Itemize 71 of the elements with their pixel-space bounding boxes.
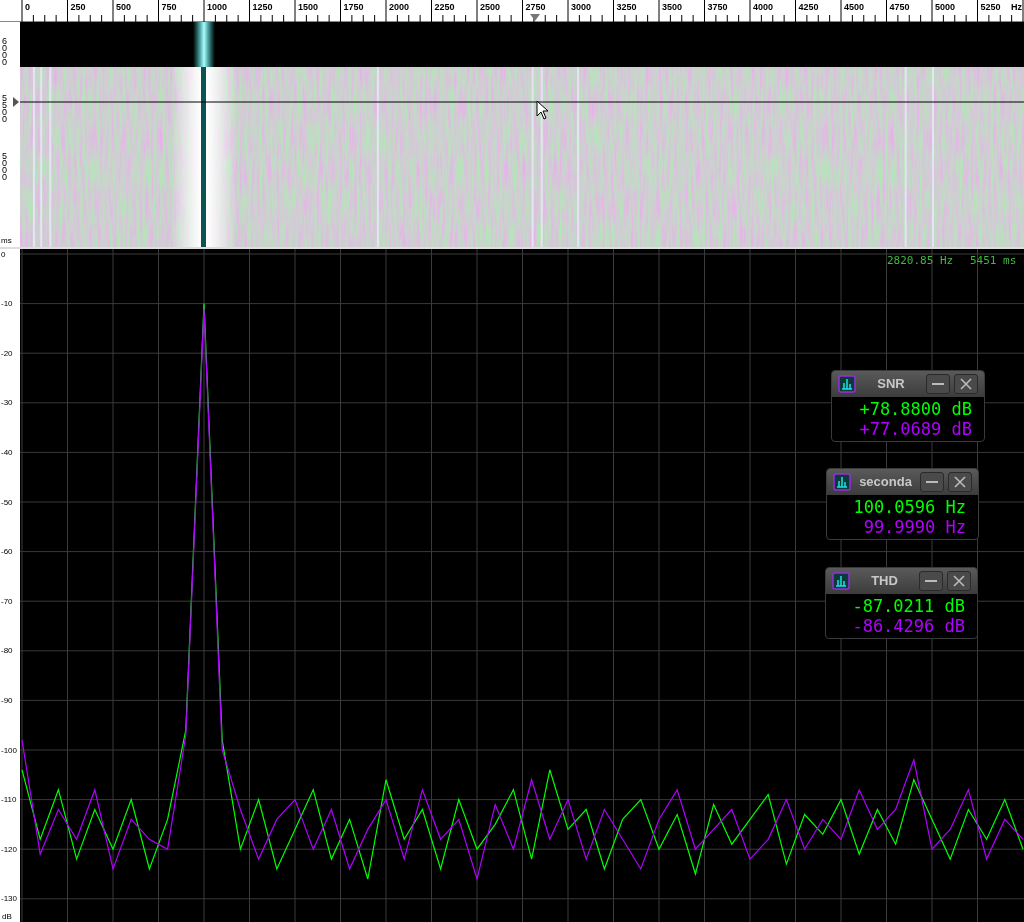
level-label: -70 xyxy=(1,596,13,606)
time-label: 5500 xyxy=(2,95,7,123)
time-label: 5000 xyxy=(2,153,7,181)
meter-reading: 99.9990 Hz xyxy=(863,517,966,537)
cursor-frequency: 2820.85 Hz xyxy=(887,253,954,269)
frequency-unit: Hz xyxy=(1011,2,1022,12)
level-label: -80 xyxy=(1,646,13,656)
frequency-label: 1250 xyxy=(252,2,273,12)
level-label: -120 xyxy=(1,844,17,854)
frequency-label: 2000 xyxy=(389,2,410,12)
frequency-label: 250 xyxy=(70,2,86,12)
frequency-label: 5250 xyxy=(980,2,1001,12)
spectrum-icon xyxy=(832,572,850,590)
cursor-marker-icon xyxy=(530,14,540,21)
frequency-label: 3000 xyxy=(571,2,592,12)
frequency-label: 2750 xyxy=(525,2,546,12)
time-marker-icon xyxy=(13,97,19,107)
spectrum-icon xyxy=(833,473,851,491)
frequency-label: 2500 xyxy=(480,2,501,12)
frequency-label: 3750 xyxy=(707,2,728,12)
frequency-label: 750 xyxy=(161,2,177,12)
meter-reading: +77.0689 dB xyxy=(859,419,972,439)
close-icon xyxy=(954,476,966,488)
frequency-label: 1000 xyxy=(207,2,228,12)
level-label: -130 xyxy=(1,894,17,904)
frequency-label: 4500 xyxy=(844,2,865,12)
level-label: -10 xyxy=(1,299,13,309)
close-button[interactable] xyxy=(954,374,978,394)
meter-reading: -87.0211 dB xyxy=(852,596,965,616)
frequency-label: 3500 xyxy=(662,2,683,12)
level-label: -20 xyxy=(1,348,13,358)
frequency-label: 4000 xyxy=(753,2,774,12)
frequency-label: 1750 xyxy=(343,2,364,12)
meter-title: seconda xyxy=(859,473,912,492)
level-label: -60 xyxy=(1,547,13,557)
frequency-label: 3250 xyxy=(616,2,637,12)
frequency-label: 5000 xyxy=(935,2,956,12)
level-label: -30 xyxy=(1,398,13,408)
level-label: -110 xyxy=(1,795,17,805)
close-button[interactable] xyxy=(947,571,971,591)
meter-reading: -86.4296 dB xyxy=(852,616,965,636)
level-label: -90 xyxy=(1,695,13,705)
spectrum-icon xyxy=(838,375,856,393)
close-icon xyxy=(960,378,972,390)
meter-reading: 100.0596 Hz xyxy=(853,497,966,517)
meter-title: SNR xyxy=(877,375,905,394)
level-label: 0 xyxy=(1,249,6,259)
level-label: -100 xyxy=(1,745,17,755)
close-icon xyxy=(953,575,965,587)
frequency-label: 4250 xyxy=(798,2,819,12)
minimize-icon xyxy=(925,580,937,582)
level-label: -50 xyxy=(1,497,13,507)
frequency-label: 1500 xyxy=(298,2,319,12)
level-unit: dB xyxy=(2,913,12,921)
frequency-label: 4750 xyxy=(889,2,910,12)
minimize-button[interactable] xyxy=(919,571,943,591)
minimize-icon xyxy=(926,481,938,483)
frequency-label: 500 xyxy=(116,2,132,12)
frequency-label: 2250 xyxy=(434,2,455,12)
minimize-button[interactable] xyxy=(920,472,944,492)
close-button[interactable] xyxy=(948,472,972,492)
level-label: -40 xyxy=(1,447,13,457)
minimize-icon xyxy=(932,383,944,385)
time-unit: ms xyxy=(1,237,12,245)
meter-title: THD xyxy=(871,572,898,591)
cursor-time: 5451 ms xyxy=(970,253,1017,269)
minimize-button[interactable] xyxy=(926,374,950,394)
time-label: 6000 xyxy=(2,38,7,66)
meter-reading: +78.8800 dB xyxy=(859,399,972,419)
frequency-label: 0 xyxy=(25,2,30,12)
mouse-cursor-icon xyxy=(536,100,549,120)
